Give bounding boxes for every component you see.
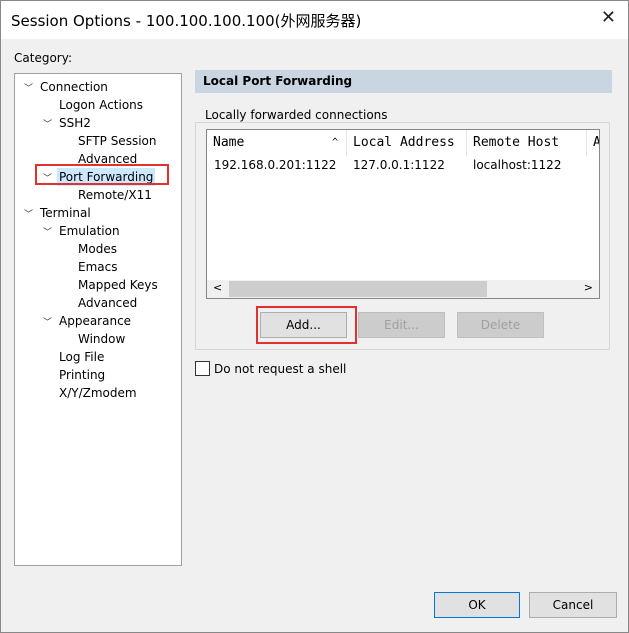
panel-header: Local Port Forwarding bbox=[195, 70, 612, 93]
cell-remote-host: localhost:1122 bbox=[473, 158, 562, 172]
no-shell-checkbox[interactable] bbox=[195, 361, 210, 376]
tree-item-label: Appearance bbox=[59, 314, 132, 328]
chevron-down-icon[interactable]: ﹀ bbox=[24, 81, 33, 94]
delete-button[interactable]: Delete bbox=[457, 312, 544, 338]
tree-item-label: Emacs bbox=[78, 260, 118, 274]
tree-item-label: X/Y/Zmodem bbox=[59, 386, 137, 400]
category-tree[interactable]: ﹀ Connection Logon Actions ﹀ SSH2 SFTP Sessio… bbox=[14, 73, 182, 566]
chevron-down-icon[interactable]: ﹀ bbox=[43, 225, 52, 238]
tree-item-label: Connection bbox=[40, 80, 108, 94]
tree-item-label: Printing bbox=[59, 368, 106, 382]
tree-item-label: Window bbox=[78, 332, 126, 346]
cancel-button[interactable]: Cancel bbox=[529, 592, 617, 618]
edit-button[interactable]: Edit... bbox=[358, 312, 445, 338]
tree-item-label: Modes bbox=[78, 242, 117, 256]
tree-item-label: Logon Actions bbox=[59, 98, 144, 112]
cell-name: 192.168.0.201:1122 bbox=[214, 158, 337, 172]
chevron-down-icon[interactable]: ﹀ bbox=[43, 117, 52, 130]
chevron-down-icon[interactable]: ﹀ bbox=[43, 315, 52, 328]
tree-item-label: SSH2 bbox=[59, 116, 91, 130]
connections-list[interactable]: Name^ Local Address Remote Host A 192.16… bbox=[206, 129, 600, 299]
column-local-address[interactable]: Local Address bbox=[347, 130, 467, 156]
column-name[interactable]: Name ^ bbox=[207, 130, 347, 156]
horizontal-scrollbar[interactable]: < > bbox=[207, 280, 599, 298]
ok-button[interactable]: OK bbox=[434, 592, 520, 618]
chevron-down-icon[interactable]: ﹀ bbox=[24, 207, 33, 220]
session-options-dialog: Session Options - 100.100.100.100(外网服务器)… bbox=[0, 0, 629, 633]
tree-item-label: Mapped Keys bbox=[78, 278, 158, 292]
scroll-left-icon[interactable]: < bbox=[213, 281, 222, 294]
scroll-right-icon[interactable]: > bbox=[584, 281, 593, 294]
tree-item-label: Advanced bbox=[78, 296, 138, 310]
column-a[interactable]: A bbox=[587, 130, 599, 156]
category-label: Category: bbox=[14, 51, 72, 65]
no-shell-label: Do not request a shell bbox=[214, 362, 347, 376]
highlight-add bbox=[256, 306, 357, 344]
highlight-port-forwarding bbox=[35, 164, 169, 185]
sort-up-icon: ^ bbox=[331, 137, 338, 148]
window-title: Session Options - 100.100.100.100(外网服务器) bbox=[11, 12, 362, 30]
cell-local-address: 127.0.0.1:1122 bbox=[353, 158, 445, 172]
tree-item-label: Log File bbox=[59, 350, 105, 364]
group-label: Locally forwarded connections bbox=[203, 108, 390, 122]
title-bar: Session Options - 100.100.100.100(外网服务器)… bbox=[1, 1, 628, 39]
close-icon[interactable]: ✕ bbox=[601, 7, 616, 28]
tree-item-label: Terminal bbox=[40, 206, 91, 220]
scrollbar-thumb[interactable] bbox=[229, 281, 487, 297]
tree-item-label: Remote/X11 bbox=[78, 188, 152, 202]
column-remote-host[interactable]: Remote Host bbox=[467, 130, 587, 156]
tree-item-label: SFTP Session bbox=[78, 134, 157, 148]
tree-item-label: Emulation bbox=[59, 224, 120, 238]
